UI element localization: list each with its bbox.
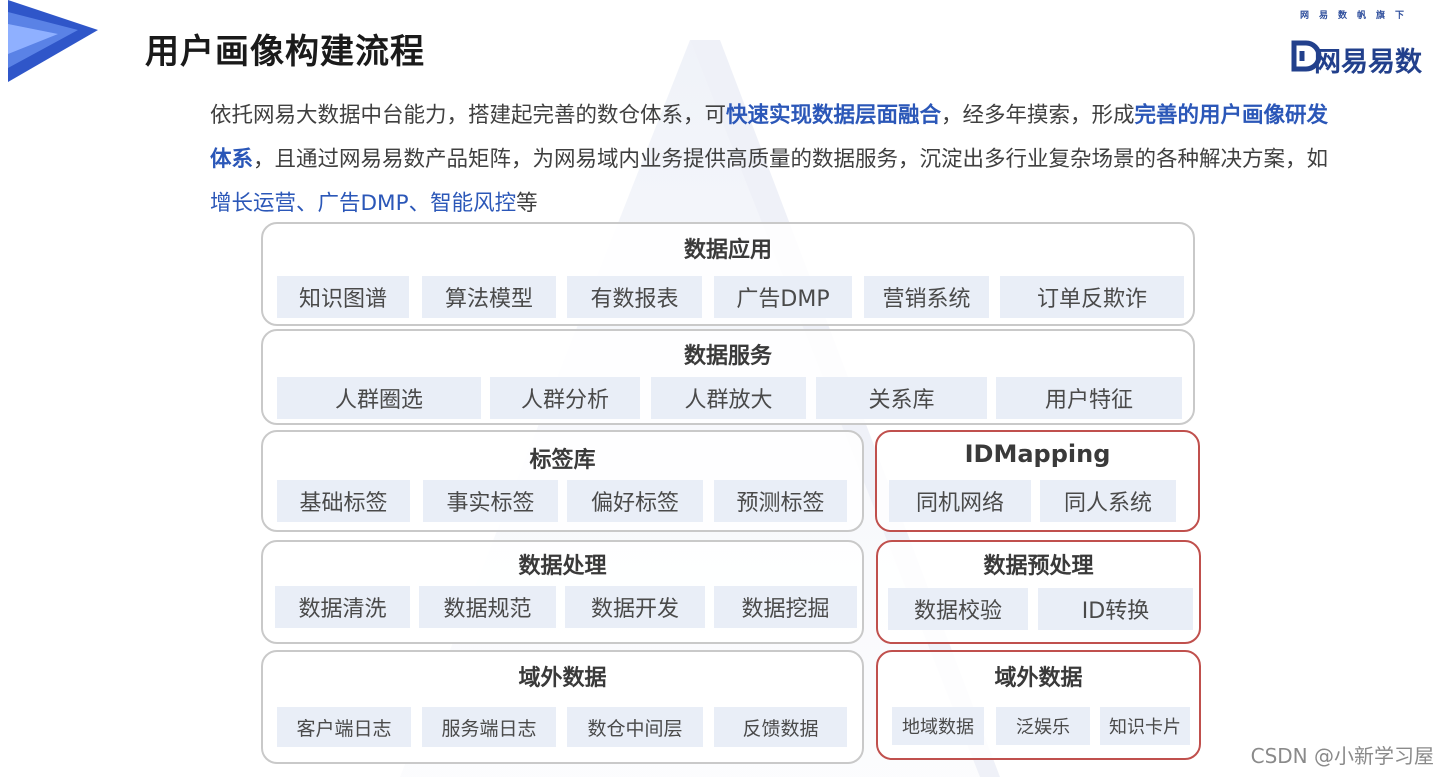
intro-paragraph: 依托网易大数据中台能力，搭建起完善的数仓体系，可快速实现数据层面融合，经多年摸索… (210, 94, 1330, 226)
chip: 数据校验 (888, 588, 1028, 630)
chip: 有数报表 (567, 276, 702, 318)
layer-title: 数据服务 (683, 344, 772, 369)
chip: 同机网络 (889, 480, 1031, 522)
brand-logo: 网易数帆旗下 网易易数 (1280, 6, 1430, 78)
chip: 用户特征 (996, 377, 1182, 419)
chip: 算法模型 (422, 276, 556, 318)
chip: 数据规范 (419, 586, 556, 628)
chip: 关系库 (816, 377, 987, 419)
layer-title: 域外数据 (518, 666, 607, 691)
chip: 数据挖掘 (714, 586, 857, 628)
layer-title: 标签库 (529, 448, 596, 473)
intro-highlight-3: 增长运营、广告DMP、智能风控 (210, 191, 517, 216)
layer-title: 数据预处理 (983, 554, 1094, 579)
chip: 数据清洗 (275, 586, 410, 628)
chip: 预测标签 (714, 480, 847, 522)
chip: 人群放大 (651, 377, 806, 419)
layer-external-data-left: 域外数据 客户端日志 服务端日志 数仓中间层 反馈数据 (261, 650, 864, 764)
layer-data-processing: 数据处理 数据清洗 数据规范 数据开发 数据挖掘 (261, 540, 864, 644)
layer-data-application: 数据应用 知识图谱 算法模型 有数报表 广告DMP 营销系统 订单反欺诈 (261, 222, 1195, 326)
chip: 广告DMP (714, 276, 852, 318)
chip: 知识图谱 (277, 276, 409, 318)
layer-title: 数据应用 (683, 238, 772, 263)
chip: 泛娱乐 (996, 707, 1090, 745)
intro-text-3: ，且通过网易易数产品矩阵，为网易域内业务提供高质量的数据服务，沉淀出多行业复杂场… (253, 147, 1329, 172)
chip: 反馈数据 (714, 707, 847, 747)
chip: 基础标签 (277, 480, 410, 522)
brand-slogan: 网易数帆旗下 (1299, 11, 1414, 21)
chip: 数仓中间层 (567, 707, 703, 747)
chip: 知识卡片 (1100, 707, 1190, 745)
layer-title: IDMapping (964, 440, 1111, 468)
chip: 同人系统 (1040, 480, 1176, 522)
layer-data-service: 数据服务 人群圈选 人群分析 人群放大 关系库 用户特征 (261, 329, 1195, 425)
chip: 人群分析 (490, 377, 640, 419)
intro-text-1: 依托网易大数据中台能力，搭建起完善的数仓体系，可 (210, 103, 727, 128)
brand-name: 网易易数 (1314, 47, 1422, 78)
chip: 地域数据 (892, 707, 984, 745)
chip: 客户端日志 (277, 707, 411, 747)
chip: 数据开发 (565, 586, 705, 628)
chip: ID转换 (1038, 588, 1193, 630)
chip: 营销系统 (864, 276, 989, 318)
chip: 人群圈选 (277, 377, 481, 419)
layer-tag-library: 标签库 基础标签 事实标签 偏好标签 预测标签 (261, 430, 864, 532)
layer-data-preprocessing: 数据预处理 数据校验 ID转换 (876, 540, 1201, 644)
layer-external-data-right: 域外数据 地域数据 泛娱乐 知识卡片 (876, 650, 1201, 760)
layer-idmapping: IDMapping 同机网络 同人系统 (875, 430, 1200, 532)
layer-title: 域外数据 (994, 666, 1083, 691)
page-title: 用户画像构建流程 (145, 32, 425, 72)
intro-highlight-1: 快速实现数据层面融合 (726, 103, 942, 128)
corner-arrow-logo (8, 0, 98, 82)
csdn-watermark: CSDN @小新学习屋 (1250, 744, 1434, 768)
chip: 订单反欺诈 (1000, 276, 1184, 318)
layer-title: 数据处理 (518, 554, 607, 579)
chip: 服务端日志 (422, 707, 556, 747)
intro-text-2: ，经多年摸索，形成 (941, 103, 1135, 128)
intro-text-4: 等 (516, 191, 538, 216)
chip: 事实标签 (423, 480, 558, 522)
chip: 偏好标签 (567, 480, 703, 522)
